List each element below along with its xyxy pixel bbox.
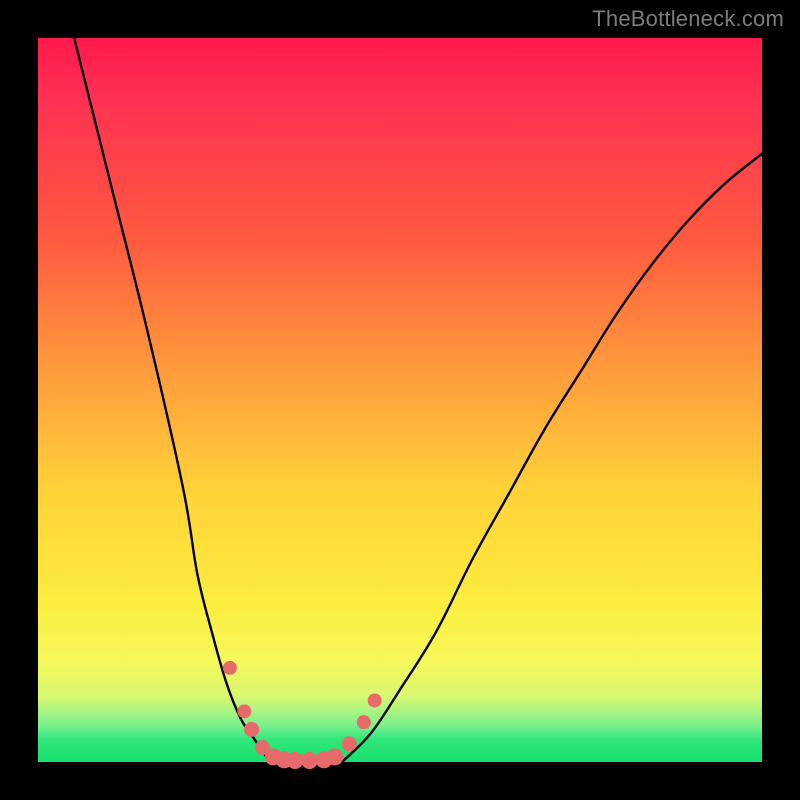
plot-area [38, 38, 762, 762]
marker-dot [357, 715, 371, 729]
chart-svg [38, 38, 762, 762]
marker-dot [244, 722, 259, 737]
marker-dot [368, 693, 382, 707]
outer-frame: TheBottleneck.com [0, 0, 800, 800]
marker-dot [301, 752, 318, 769]
marker-group [223, 661, 382, 769]
marker-dot [326, 748, 343, 765]
marker-dot [237, 704, 251, 718]
watermark-text: TheBottleneck.com [592, 6, 784, 32]
marker-dot [223, 661, 237, 675]
marker-dot [342, 736, 357, 751]
marker-dot [287, 752, 304, 769]
bottleneck-curve [74, 38, 762, 764]
